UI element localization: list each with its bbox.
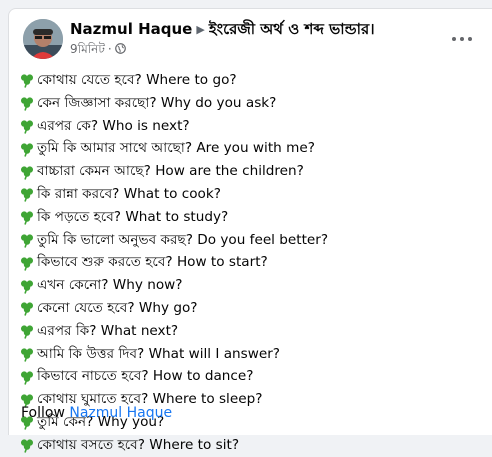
post-line-text: কিভাবে নাচতে হবে? How to dance? <box>37 368 254 385</box>
post-line-text: তুমি কি ভালো অনুভব করছ? Do you feel bett… <box>37 231 329 248</box>
follow-label: Follow <box>21 405 65 421</box>
shamrock-icon <box>21 257 33 271</box>
post-line: কি পড়তে হবে? What to study? <box>19 206 492 229</box>
post-time[interactable]: 9মিনিট <box>70 42 105 56</box>
separator-dot: · <box>107 42 112 56</box>
post-line-text: কোথায় বসতে হবে? Where to sit? <box>37 436 240 453</box>
shamrock-icon <box>21 439 33 453</box>
shamrock-icon <box>21 302 33 317</box>
post-line: এরপর কি? What next? <box>19 320 492 343</box>
post-line-text: আমি কি উত্তর দিব? What will I answer? <box>37 345 281 362</box>
post-line-text: কেন জিজ্ঞাসা করছো? Why do you ask? <box>37 94 277 111</box>
shamrock-icon <box>21 234 33 248</box>
shamrock-icon <box>21 371 33 385</box>
shamrock-icon <box>21 279 33 294</box>
post-line: তুমি কি ভালো অনুভব করছ? Do you feel bett… <box>19 229 492 252</box>
shamrock-icon <box>21 120 33 134</box>
globe-icon[interactable] <box>114 43 126 54</box>
post-meta: 9মিনিট · <box>70 41 126 57</box>
post-line: কেন জিজ্ঞাসা করছো? Why do you ask? <box>19 92 492 115</box>
shamrock-icon <box>21 325 33 339</box>
post-line: আমি কি উত্তর দিব? What will I answer? <box>19 343 492 366</box>
more-options-icon[interactable] <box>448 29 476 49</box>
shamrock-icon <box>21 165 33 180</box>
arrow-right-icon: ▶ <box>196 23 205 36</box>
post-line: কোথায় যেতে হবে? Where to go? <box>19 69 492 92</box>
post-line-text: কোথায় যেতে হবে? Where to go? <box>37 72 237 88</box>
post-body: কোথায় যেতে হবে? Where to go? কেন জিজ্ঞাস… <box>19 69 492 457</box>
post-line-text: বাচ্চারা কেমন আছে? How are the children? <box>37 163 304 180</box>
shamrock-icon <box>21 74 33 89</box>
post-footer: Follow Nazmul Haque <box>21 405 172 421</box>
post-line: কি রান্না করবে? What to cook? <box>19 183 492 206</box>
post-line-text: এখন কেনো? Why now? <box>37 277 183 294</box>
post-line: বাচ্চারা কেমন আছে? How are the children? <box>19 160 492 183</box>
post-line-text: কিভাবে শুরু করতে হবে? How to start? <box>37 254 268 271</box>
post-line: এখন কেনো? Why now? <box>19 274 492 297</box>
post-line-text: তুমি কি আমার সাথে আছো? Are you with me? <box>37 140 315 157</box>
author-name[interactable]: Nazmul Haque <box>70 20 192 38</box>
shamrock-icon <box>21 97 33 111</box>
shamrock-icon <box>21 143 33 157</box>
post-line-text: এরপর কি? What next? <box>37 322 179 339</box>
post-card: Nazmul Haque ▶ ইংরেজী অর্থ ও শব্দ ভান্ডার।… <box>8 8 492 453</box>
post-line: এরপর কে? Who is next? <box>19 115 492 138</box>
post-line-text: এরপর কে? Who is next? <box>37 117 190 134</box>
author-avatar[interactable] <box>23 19 63 59</box>
post-line: কিভাবে শুরু করতে হবে? How to start? <box>19 251 492 274</box>
post-line: কোথায় বসতে হবে? Where to sit? <box>19 434 492 457</box>
shamrock-icon <box>21 348 33 362</box>
post-line: কেনো যেতে হবে? Why go? <box>19 297 492 320</box>
follow-link[interactable]: Nazmul Haque <box>69 405 172 421</box>
post-line-text: কেনো যেতে হবে? Why go? <box>37 299 198 316</box>
shamrock-icon <box>21 188 33 203</box>
author-line: Nazmul Haque ▶ ইংরেজী অর্থ ও শব্দ ভান্ডার। <box>70 19 375 40</box>
shamrock-icon <box>21 211 33 225</box>
group-name[interactable]: ইংরেজী অর্থ ও শব্দ ভান্ডার। <box>209 20 375 38</box>
post-line: কিভাবে নাচতে হবে? How to dance? <box>19 365 492 388</box>
post-line: তুমি কি আমার সাথে আছো? Are you with me? <box>19 137 492 160</box>
post-line-text: কি পড়তে হবে? What to study? <box>37 208 229 225</box>
post-header: Nazmul Haque ▶ ইংরেজী অর্থ ও শব্দ ভান্ডার।… <box>23 19 492 63</box>
post-line-text: কি রান্না করবে? What to cook? <box>37 185 221 202</box>
